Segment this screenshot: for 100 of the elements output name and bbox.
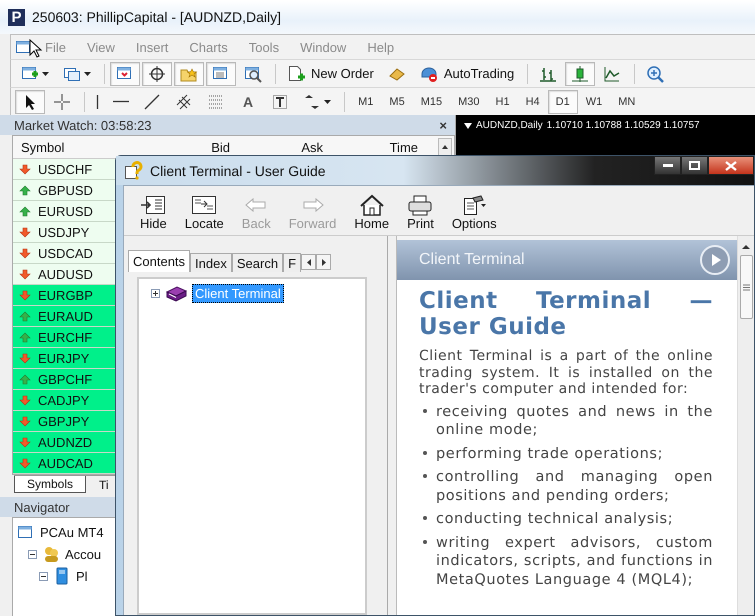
panel-title: Navigator [14, 500, 70, 514]
pane-arrow-icon [140, 194, 166, 216]
topic-header-title: Client Terminal [419, 251, 525, 269]
grid-lines-icon [207, 92, 225, 110]
scroll-thumb[interactable] [740, 255, 752, 319]
close-icon [725, 160, 737, 170]
data-window-button[interactable] [142, 62, 172, 86]
bullet-icon [423, 516, 427, 520]
chart-prices: 1.10710 1.10788 1.10529 1.10757 [546, 120, 700, 131]
locate-button[interactable]: Locate [180, 193, 228, 232]
timeframe-button[interactable]: M15 [412, 90, 450, 114]
timeframe-button[interactable]: MN [610, 90, 644, 114]
symbol-name: EURAUD [38, 308, 93, 324]
arrows-icon [303, 92, 322, 110]
scroll-left-button[interactable] [301, 254, 316, 270]
symbol-name: AUDNZD [38, 434, 92, 450]
timeframe-button[interactable]: D1 [548, 90, 578, 114]
minimize-button[interactable] [654, 156, 681, 175]
market-watch-button[interactable] [110, 62, 140, 86]
tab[interactable]: Search [232, 253, 284, 272]
expander-icon[interactable] [151, 289, 160, 298]
expander-icon[interactable] [39, 572, 48, 580]
vertical-line-icon [96, 94, 99, 108]
symbol-name: GBPUSD [38, 182, 93, 198]
timeframe-button[interactable]: M1 [350, 90, 382, 114]
printer-icon [407, 194, 434, 216]
symbol-name: EURJPY [38, 350, 90, 366]
timeframe-button[interactable]: M5 [381, 90, 413, 114]
candlestick-button[interactable] [565, 62, 596, 86]
hide-button[interactable]: Hide [136, 193, 171, 232]
timeframe-button[interactable]: W1 [578, 90, 610, 114]
left-triangle-icon [306, 258, 311, 266]
horizontal-line-icon [113, 100, 129, 103]
document-plus-icon [287, 64, 305, 82]
bullet-text: conducting technical analysis; [436, 510, 674, 528]
tab[interactable]: Contents [128, 250, 190, 272]
column-header[interactable]: Time [331, 140, 426, 154]
symbol-name: EURGBP [38, 288, 93, 302]
symbol-name: AUDUSD [38, 266, 93, 282]
home-button[interactable]: Home [350, 193, 394, 232]
symbol-name: GBPJPY [38, 414, 90, 428]
timeframe-button[interactable]: H1 [488, 90, 518, 114]
house-icon [358, 194, 385, 216]
dropdown-triangle-icon[interactable] [464, 122, 472, 128]
terminal-button[interactable] [206, 62, 236, 86]
help-window-title: Client Terminal - User Guide [150, 162, 326, 178]
close-button[interactable] [708, 156, 754, 175]
terminal-icon [17, 524, 35, 540]
scrollbar[interactable] [737, 236, 754, 615]
column-header[interactable]: Symbol [13, 140, 148, 154]
expander-icon[interactable] [28, 550, 37, 558]
play-icon[interactable] [699, 244, 731, 276]
crosshair-icon [148, 64, 166, 82]
tree-item[interactable]: Accou [65, 546, 102, 562]
intro-paragraph: Client Terminal is a part of the online trading system. It is installed on the trader's computer and intended for: [419, 348, 713, 398]
channel-icon [175, 92, 193, 110]
timeframe-button[interactable]: M30 [450, 90, 488, 114]
timeframe-button[interactable]: H4 [518, 90, 548, 114]
new-order-button[interactable]: New Order [281, 62, 380, 86]
zoom-in-icon [646, 64, 664, 82]
symbol-name: GBPCHF [38, 372, 92, 386]
bullet-icon [423, 540, 427, 544]
symbol-name: USDJPY [38, 224, 90, 240]
symbol-name: EURUSD [38, 204, 93, 218]
bullet-text: receiving quotes and news in the online mode; [436, 402, 713, 440]
tab[interactable]: Index [190, 253, 232, 272]
tab[interactable]: F [283, 253, 302, 272]
window-title: 250603: PhillipCapital - [AUDNZD,Daily] [32, 9, 281, 25]
print-button[interactable]: Print [403, 193, 438, 232]
bullet-icon [423, 450, 427, 454]
symbol-name: CADJPY [38, 392, 90, 408]
scroll-up-icon[interactable] [742, 244, 750, 249]
maximize-button[interactable] [681, 156, 708, 175]
options-button[interactable]: Options [448, 193, 501, 232]
grip-icon [742, 284, 750, 290]
magnifier-icon [244, 64, 262, 82]
symbol-name: EURCHF [38, 330, 92, 344]
column-header[interactable]: Bid [148, 140, 238, 154]
cursor-button[interactable] [15, 90, 45, 114]
candlestick-icon [571, 64, 590, 82]
app-logo: P [8, 8, 25, 26]
panel-title: Market Watch: 03:58:23 [14, 118, 152, 132]
tree-item[interactable]: PCAu MT4 [40, 524, 104, 540]
scroll-up-icon[interactable] [438, 138, 452, 156]
auto-trading-button[interactable]: AutoTrading [414, 62, 520, 86]
minimize-icon [662, 164, 672, 168]
symbol-name: USDCAD [38, 246, 93, 260]
scroll-right-button[interactable] [316, 254, 332, 270]
bullet-text: performing trade operations; [436, 444, 664, 463]
tree-item[interactable]: Pl [76, 568, 88, 584]
column-header[interactable]: Ask [238, 140, 331, 154]
text-frame-icon [271, 92, 290, 110]
bullet-icon [423, 474, 427, 478]
tab[interactable]: Symbols [14, 476, 86, 493]
close-button[interactable]: × [435, 116, 451, 134]
text-button[interactable]: A [233, 90, 264, 114]
pane-sync-icon [191, 194, 218, 216]
maximize-icon [689, 161, 700, 170]
trendline-icon [143, 92, 161, 110]
bullet-icon [423, 408, 427, 412]
